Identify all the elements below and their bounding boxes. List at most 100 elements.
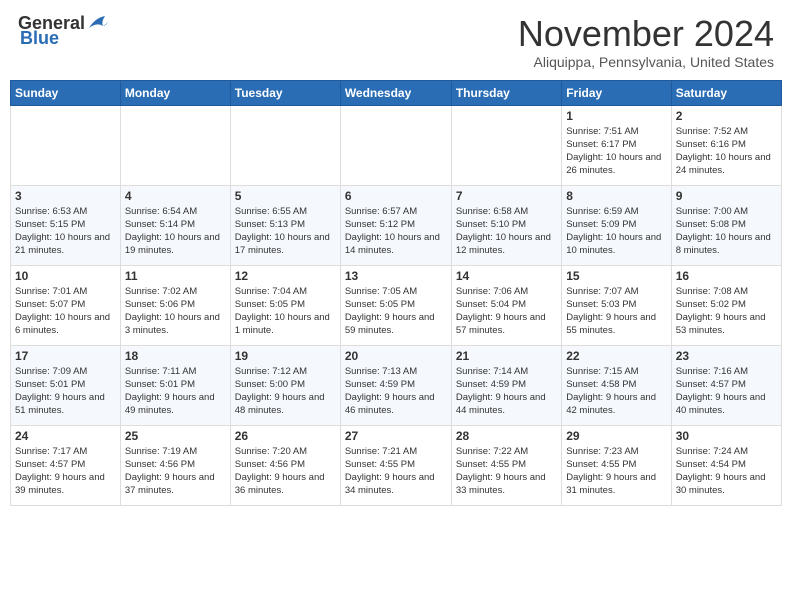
day-number: 12 bbox=[235, 269, 336, 283]
logo: General Blue bbox=[18, 14, 109, 49]
calendar-cell bbox=[230, 105, 340, 185]
day-detail: Sunrise: 6:58 AMSunset: 5:10 PMDaylight:… bbox=[456, 205, 557, 258]
day-detail: Sunrise: 7:14 AMSunset: 4:59 PMDaylight:… bbox=[456, 365, 557, 418]
calendar-cell: 16 Sunrise: 7:08 AMSunset: 5:02 PMDayligh… bbox=[671, 265, 781, 345]
day-number: 7 bbox=[456, 189, 557, 203]
day-detail: Sunrise: 7:16 AMSunset: 4:57 PMDaylight:… bbox=[676, 365, 777, 418]
day-detail: Sunrise: 7:09 AMSunset: 5:01 PMDaylight:… bbox=[15, 365, 116, 418]
day-number: 14 bbox=[456, 269, 557, 283]
month-title: November 2024 bbox=[518, 14, 774, 54]
day-number: 28 bbox=[456, 429, 557, 443]
calendar-cell: 24 Sunrise: 7:17 AMSunset: 4:57 PMDayligh… bbox=[11, 425, 121, 505]
day-detail: Sunrise: 6:53 AMSunset: 5:15 PMDaylight:… bbox=[15, 205, 116, 258]
calendar-cell: 13 Sunrise: 7:05 AMSunset: 5:05 PMDayligh… bbox=[340, 265, 451, 345]
day-number: 2 bbox=[676, 109, 777, 123]
calendar-cell: 25Sunrise: 7:19 AMSunset: 4:56 PMDayligh… bbox=[120, 425, 230, 505]
calendar-cell: 26 Sunrise: 7:20 AMSunset: 4:56 PMDayligh… bbox=[230, 425, 340, 505]
page-header: General Blue November 2024 Aliquippa, Pe… bbox=[10, 10, 782, 74]
calendar-cell: 23 Sunrise: 7:16 AMSunset: 4:57 PMDayligh… bbox=[671, 345, 781, 425]
weekday-header: Sunday bbox=[11, 80, 121, 105]
day-number: 27 bbox=[345, 429, 447, 443]
day-detail: Sunrise: 7:02 AMSunset: 5:06 PMDaylight:… bbox=[125, 285, 226, 338]
day-number: 10 bbox=[15, 269, 116, 283]
calendar-cell: 27 Sunrise: 7:21 AMSunset: 4:55 PMDayligh… bbox=[340, 425, 451, 505]
day-detail: Sunrise: 6:55 AMSunset: 5:13 PMDaylight:… bbox=[235, 205, 336, 258]
weekday-header: Tuesday bbox=[230, 80, 340, 105]
day-number: 16 bbox=[676, 269, 777, 283]
calendar-cell: 19Sunrise: 7:12 AMSunset: 5:00 PMDayligh… bbox=[230, 345, 340, 425]
calendar-week-row: 1 Sunrise: 7:51 AMSunset: 6:17 PMDaylight… bbox=[11, 105, 782, 185]
weekday-header: Thursday bbox=[451, 80, 561, 105]
day-detail: Sunrise: 7:00 AMSunset: 5:08 PMDaylight:… bbox=[676, 205, 777, 258]
day-number: 4 bbox=[125, 189, 226, 203]
day-detail: Sunrise: 7:13 AMSunset: 4:59 PMDaylight:… bbox=[345, 365, 447, 418]
logo-bird-icon bbox=[87, 14, 109, 32]
calendar-cell: 20 Sunrise: 7:13 AMSunset: 4:59 PMDayligh… bbox=[340, 345, 451, 425]
calendar-table: SundayMondayTuesdayWednesdayThursdayFrid… bbox=[10, 80, 782, 506]
day-number: 20 bbox=[345, 349, 447, 363]
day-number: 9 bbox=[676, 189, 777, 203]
day-number: 25 bbox=[125, 429, 226, 443]
day-number: 5 bbox=[235, 189, 336, 203]
location-subtitle: Aliquippa, Pennsylvania, United States bbox=[518, 54, 774, 70]
calendar-cell: 5 Sunrise: 6:55 AMSunset: 5:13 PMDaylight… bbox=[230, 185, 340, 265]
day-detail: Sunrise: 6:59 AMSunset: 5:09 PMDaylight:… bbox=[566, 205, 666, 258]
calendar-week-row: 3 Sunrise: 6:53 AMSunset: 5:15 PMDaylight… bbox=[11, 185, 782, 265]
calendar-cell: 15 Sunrise: 7:07 AMSunset: 5:03 PMDayligh… bbox=[562, 265, 671, 345]
day-detail: Sunrise: 7:06 AMSunset: 5:04 PMDaylight:… bbox=[456, 285, 557, 338]
calendar-week-row: 24 Sunrise: 7:17 AMSunset: 4:57 PMDayligh… bbox=[11, 425, 782, 505]
day-detail: Sunrise: 6:57 AMSunset: 5:12 PMDaylight:… bbox=[345, 205, 447, 258]
calendar-cell: 30 Sunrise: 7:24 AMSunset: 4:54 PMDayligh… bbox=[671, 425, 781, 505]
title-block: November 2024 Aliquippa, Pennsylvania, U… bbox=[518, 14, 774, 70]
calendar-cell bbox=[451, 105, 561, 185]
day-detail: Sunrise: 7:22 AMSunset: 4:55 PMDaylight:… bbox=[456, 445, 557, 498]
day-detail: Sunrise: 7:24 AMSunset: 4:54 PMDaylight:… bbox=[676, 445, 777, 498]
calendar-cell: 12 Sunrise: 7:04 AMSunset: 5:05 PMDayligh… bbox=[230, 265, 340, 345]
day-number: 6 bbox=[345, 189, 447, 203]
weekday-header: Friday bbox=[562, 80, 671, 105]
day-detail: Sunrise: 7:21 AMSunset: 4:55 PMDaylight:… bbox=[345, 445, 447, 498]
day-number: 24 bbox=[15, 429, 116, 443]
day-number: 3 bbox=[15, 189, 116, 203]
day-number: 21 bbox=[456, 349, 557, 363]
day-number: 29 bbox=[566, 429, 666, 443]
day-detail: Sunrise: 7:52 AMSunset: 6:16 PMDaylight:… bbox=[676, 125, 777, 178]
day-detail: Sunrise: 7:17 AMSunset: 4:57 PMDaylight:… bbox=[15, 445, 116, 498]
calendar-cell: 22 Sunrise: 7:15 AMSunset: 4:58 PMDayligh… bbox=[562, 345, 671, 425]
day-detail: Sunrise: 7:04 AMSunset: 5:05 PMDaylight:… bbox=[235, 285, 336, 338]
day-number: 30 bbox=[676, 429, 777, 443]
day-number: 11 bbox=[125, 269, 226, 283]
day-number: 8 bbox=[566, 189, 666, 203]
day-detail: Sunrise: 7:08 AMSunset: 5:02 PMDaylight:… bbox=[676, 285, 777, 338]
weekday-header: Saturday bbox=[671, 80, 781, 105]
calendar-cell: 11 Sunrise: 7:02 AMSunset: 5:06 PMDayligh… bbox=[120, 265, 230, 345]
day-number: 23 bbox=[676, 349, 777, 363]
day-detail: Sunrise: 7:07 AMSunset: 5:03 PMDaylight:… bbox=[566, 285, 666, 338]
calendar-cell: 8 Sunrise: 6:59 AMSunset: 5:09 PMDaylight… bbox=[562, 185, 671, 265]
calendar-cell bbox=[340, 105, 451, 185]
day-number: 1 bbox=[566, 109, 666, 123]
day-number: 13 bbox=[345, 269, 447, 283]
calendar-cell: 10 Sunrise: 7:01 AMSunset: 5:07 PMDayligh… bbox=[11, 265, 121, 345]
calendar-cell bbox=[120, 105, 230, 185]
day-number: 15 bbox=[566, 269, 666, 283]
day-detail: Sunrise: 7:51 AMSunset: 6:17 PMDaylight:… bbox=[566, 125, 666, 178]
day-detail: Sunrise: 7:15 AMSunset: 4:58 PMDaylight:… bbox=[566, 365, 666, 418]
day-detail: Sunrise: 7:01 AMSunset: 5:07 PMDaylight:… bbox=[15, 285, 116, 338]
calendar-cell: 4 Sunrise: 6:54 AMSunset: 5:14 PMDaylight… bbox=[120, 185, 230, 265]
day-number: 22 bbox=[566, 349, 666, 363]
day-detail: Sunrise: 7:05 AMSunset: 5:05 PMDaylight:… bbox=[345, 285, 447, 338]
day-number: 19 bbox=[235, 349, 336, 363]
day-detail: Sunrise: 7:20 AMSunset: 4:56 PMDaylight:… bbox=[235, 445, 336, 498]
calendar-week-row: 10 Sunrise: 7:01 AMSunset: 5:07 PMDayligh… bbox=[11, 265, 782, 345]
weekday-header: Monday bbox=[120, 80, 230, 105]
weekday-header: Wednesday bbox=[340, 80, 451, 105]
day-number: 17 bbox=[15, 349, 116, 363]
calendar-cell: 2 Sunrise: 7:52 AMSunset: 6:16 PMDaylight… bbox=[671, 105, 781, 185]
day-detail: Sunrise: 6:54 AMSunset: 5:14 PMDaylight:… bbox=[125, 205, 226, 258]
day-number: 26 bbox=[235, 429, 336, 443]
calendar-cell: 21 Sunrise: 7:14 AMSunset: 4:59 PMDayligh… bbox=[451, 345, 561, 425]
calendar-cell: 29Sunrise: 7:23 AMSunset: 4:55 PMDayligh… bbox=[562, 425, 671, 505]
calendar-cell: 18Sunrise: 7:11 AMSunset: 5:01 PMDayligh… bbox=[120, 345, 230, 425]
calendar-cell: 28 Sunrise: 7:22 AMSunset: 4:55 PMDayligh… bbox=[451, 425, 561, 505]
